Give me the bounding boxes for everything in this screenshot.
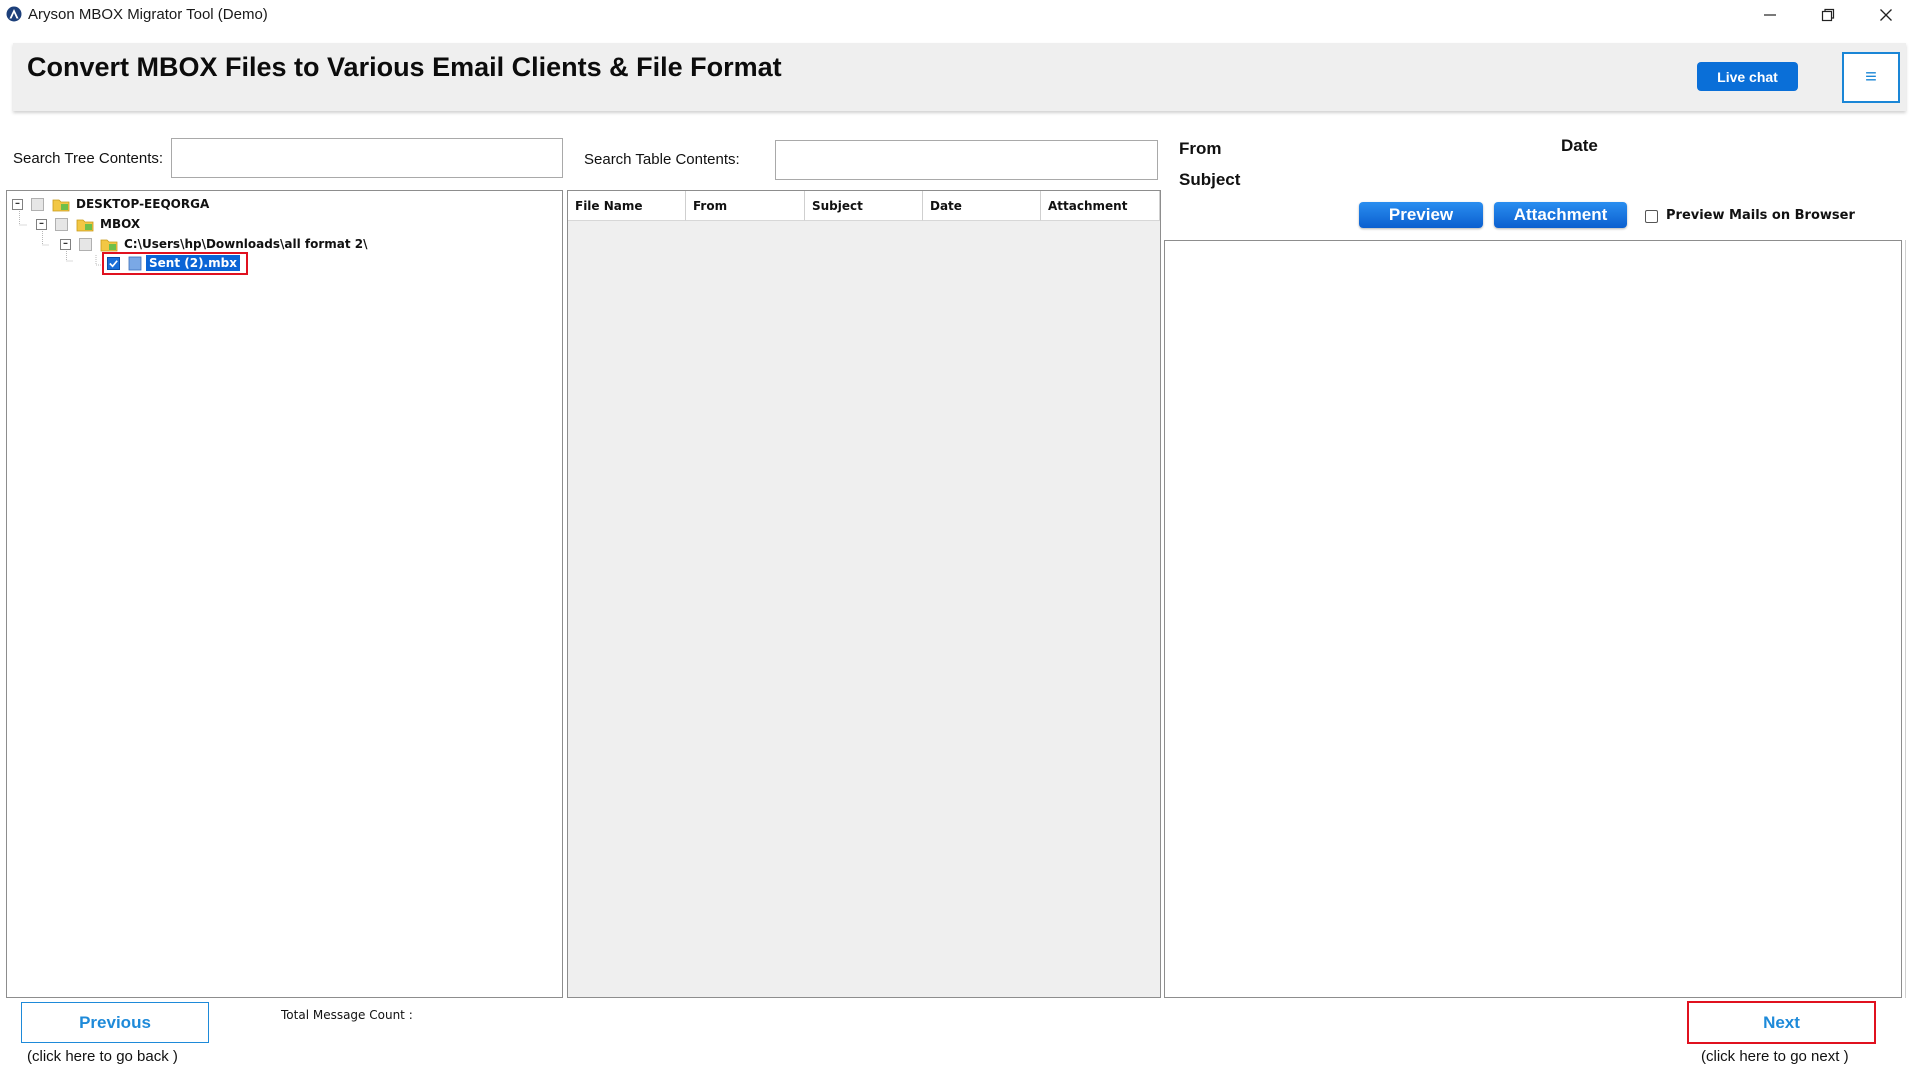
restore-icon xyxy=(1821,8,1835,21)
tree-item-file[interactable]: Sent (2).mbx xyxy=(107,254,240,272)
menu-button[interactable]: ≡ xyxy=(1842,52,1900,103)
column-header-file-name[interactable]: File Name xyxy=(568,191,686,221)
restore-button[interactable] xyxy=(1799,0,1857,29)
tree-item-label: DESKTOP-EEQORGA xyxy=(76,197,210,211)
search-tree-label: Search Tree Contents: xyxy=(13,150,164,167)
title-bar xyxy=(0,0,1920,29)
tree-checkbox[interactable] xyxy=(79,237,92,251)
window-title: Aryson MBOX Migrator Tool (Demo) xyxy=(28,6,268,23)
column-header-attachment[interactable]: Attachment xyxy=(1041,191,1160,221)
search-tree-input[interactable] xyxy=(171,138,563,178)
preview-scroll-edge xyxy=(1905,240,1906,998)
minimize-icon xyxy=(1764,13,1776,16)
live-chat-button[interactable]: Live chat xyxy=(1697,62,1798,91)
column-header-subject[interactable]: Subject xyxy=(805,191,923,221)
preview-from-label: From xyxy=(1179,139,1222,158)
tree-checkbox-checked[interactable] xyxy=(107,256,120,270)
tree-item-mbox[interactable]: – MBOX xyxy=(36,215,140,233)
total-message-count-label: Total Message Count : xyxy=(281,1008,413,1022)
column-header-from[interactable]: From xyxy=(686,191,805,221)
tree-item-path[interactable]: – C:\Users\hp\Downloads\all format 2\ xyxy=(60,235,368,253)
preview-date-label: Date xyxy=(1561,136,1598,155)
next-button[interactable]: Next xyxy=(1687,1001,1876,1044)
collapse-icon[interactable]: – xyxy=(12,198,23,210)
search-table-label: Search Table Contents: xyxy=(584,151,740,168)
collapse-icon[interactable]: – xyxy=(60,238,71,250)
preview-subject-label: Subject xyxy=(1179,170,1241,189)
collapse-icon[interactable]: – xyxy=(36,218,47,230)
next-hint: (click here to go next ) xyxy=(1701,1048,1849,1065)
hamburger-icon: ≡ xyxy=(1865,66,1877,88)
computer-folder-icon xyxy=(52,199,70,211)
previous-hint: (click here to go back ) xyxy=(27,1048,178,1065)
tree-item-computer[interactable]: – DESKTOP-EEQORGA xyxy=(12,195,209,213)
search-table-input[interactable] xyxy=(775,140,1158,180)
tree-checkbox[interactable] xyxy=(55,217,68,231)
folder-icon xyxy=(100,239,118,251)
tree-item-label: MBOX xyxy=(100,217,141,231)
previous-button[interactable]: Previous xyxy=(21,1002,209,1043)
column-header-date[interactable]: Date xyxy=(923,191,1041,221)
attachment-button[interactable]: Attachment xyxy=(1494,202,1627,228)
mail-preview-panel[interactable] xyxy=(1164,240,1902,998)
minimize-button[interactable] xyxy=(1741,0,1799,29)
preview-browser-label: Preview Mails on Browser xyxy=(1666,208,1855,223)
mail-table-panel[interactable]: File Name From Subject Date Attachment xyxy=(567,190,1161,998)
preview-browser-checkbox[interactable] xyxy=(1645,210,1658,223)
tree-item-label: C:\Users\hp\Downloads\all format 2\ xyxy=(124,237,368,251)
close-icon xyxy=(1880,8,1892,21)
folder-tree-panel[interactable]: – DESKTOP-EEQORGA – MBOX – C:\Users\hp\D… xyxy=(6,190,563,998)
preview-button[interactable]: Preview xyxy=(1359,202,1483,228)
app-logo-icon xyxy=(6,6,22,22)
tree-item-label: Sent (2).mbx xyxy=(146,255,240,271)
file-icon xyxy=(128,256,142,270)
folder-icon xyxy=(76,219,94,231)
page-title: Convert MBOX Files to Various Email Clie… xyxy=(27,52,782,82)
close-button[interactable] xyxy=(1857,0,1915,29)
checkmark-icon xyxy=(109,259,118,267)
tree-checkbox[interactable] xyxy=(31,197,44,211)
